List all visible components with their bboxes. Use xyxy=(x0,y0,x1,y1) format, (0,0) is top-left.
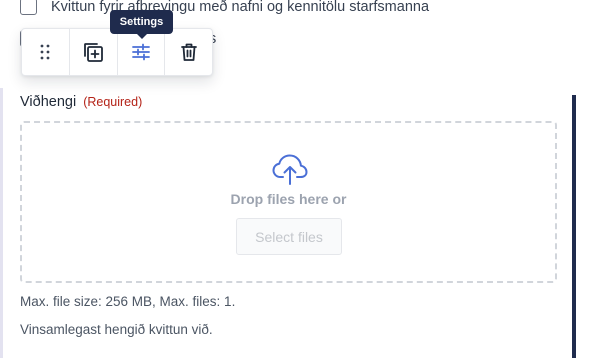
sliders-icon xyxy=(131,43,150,61)
delete-button[interactable] xyxy=(165,29,212,75)
field-description: Vinsamlegast hengið kvittun við. xyxy=(20,322,213,337)
field-active-indicator xyxy=(572,95,576,358)
drag-handle-button[interactable] xyxy=(22,29,70,75)
duplicate-icon xyxy=(84,43,104,62)
checkbox-option-1[interactable]: Kvittun fyrir afþreyingu með nafni og ke… xyxy=(20,0,429,15)
field-label: Viðhengi (Required) xyxy=(20,94,142,110)
drag-dots-icon xyxy=(40,44,50,60)
field-label-text: Viðhengi xyxy=(20,94,77,110)
field-action-toolbar xyxy=(21,28,213,76)
cloud-upload-icon xyxy=(272,154,308,185)
settings-tooltip: Settings xyxy=(110,10,173,39)
trash-icon xyxy=(180,43,197,61)
required-indicator: (Required) xyxy=(83,95,143,109)
checkbox-option-label: Kvittun fyrir afþreyingu með nafni og ke… xyxy=(51,0,430,15)
checkbox[interactable] xyxy=(20,0,37,15)
dropzone-text: Drop files here or xyxy=(230,191,347,207)
duplicate-button[interactable] xyxy=(70,29,118,75)
select-files-button[interactable]: Select files xyxy=(236,218,342,255)
file-limits-text: Max. file size: 256 MB, Max. files: 1. xyxy=(20,294,236,309)
file-dropzone[interactable]: Drop files here or Select files xyxy=(20,121,557,283)
field-selection-rail xyxy=(0,88,3,358)
